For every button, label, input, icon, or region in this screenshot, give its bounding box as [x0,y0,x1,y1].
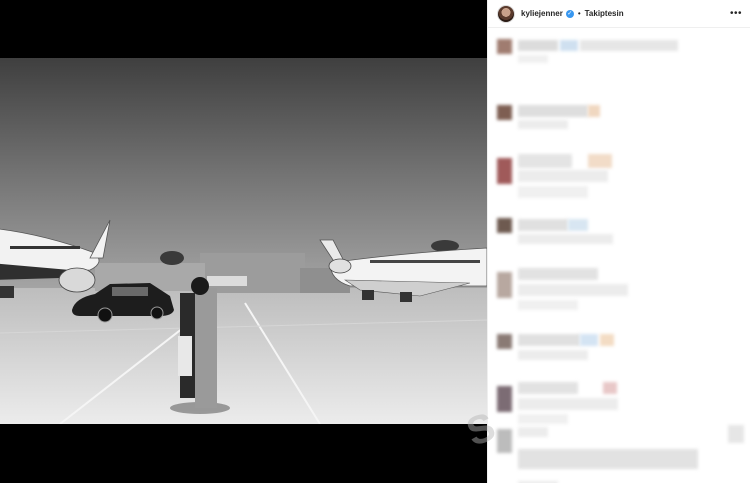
following-button[interactable]: Takiptesin [585,9,624,18]
avatar[interactable] [497,105,512,120]
blurred-text [560,40,578,51]
blurred-text [518,40,558,51]
post-media-area [0,0,487,483]
avatar[interactable] [497,272,512,298]
blurred-text [518,449,698,469]
avatar[interactable] [497,158,512,184]
blurred-text [580,40,678,51]
blurred-text [518,234,613,244]
blurred-text [580,334,598,346]
blurred-text [518,427,548,437]
blurred-text [518,120,568,129]
blurred-text [518,382,578,394]
blurred-text [518,284,628,296]
blurred-text [518,300,578,310]
verified-badge-icon: ✓ [565,9,574,18]
avatar[interactable] [497,334,512,349]
profile-avatar[interactable] [497,4,515,23]
blurred-text [603,382,617,394]
blurred-text [728,425,744,443]
blurred-text [518,414,568,424]
blurred-text [568,219,588,231]
blurred-text [588,105,600,117]
blurred-text [600,334,614,346]
blurred-text [518,268,598,280]
airport-scene [0,58,487,424]
avatar[interactable] [497,218,512,233]
more-options-icon[interactable]: ••• [730,8,742,19]
blurred-text [518,334,580,346]
blurred-text [518,219,568,231]
avatar[interactable] [497,39,512,54]
blurred-text [518,170,608,182]
blurred-text [518,105,588,117]
comments-panel: kyliejenner ✓ • Takiptesin ••• [487,0,750,483]
username-link[interactable]: kyliejenner [521,9,563,18]
header-separator: • [577,9,581,18]
post-header: kyliejenner ✓ • Takiptesin ••• [488,0,750,28]
post-photo[interactable] [0,58,487,424]
blurred-text [518,186,588,198]
blurred-text [518,154,572,168]
blurred-text [518,55,548,63]
blurred-text [518,398,618,410]
blurred-text [518,350,588,360]
blurred-text [588,154,612,168]
